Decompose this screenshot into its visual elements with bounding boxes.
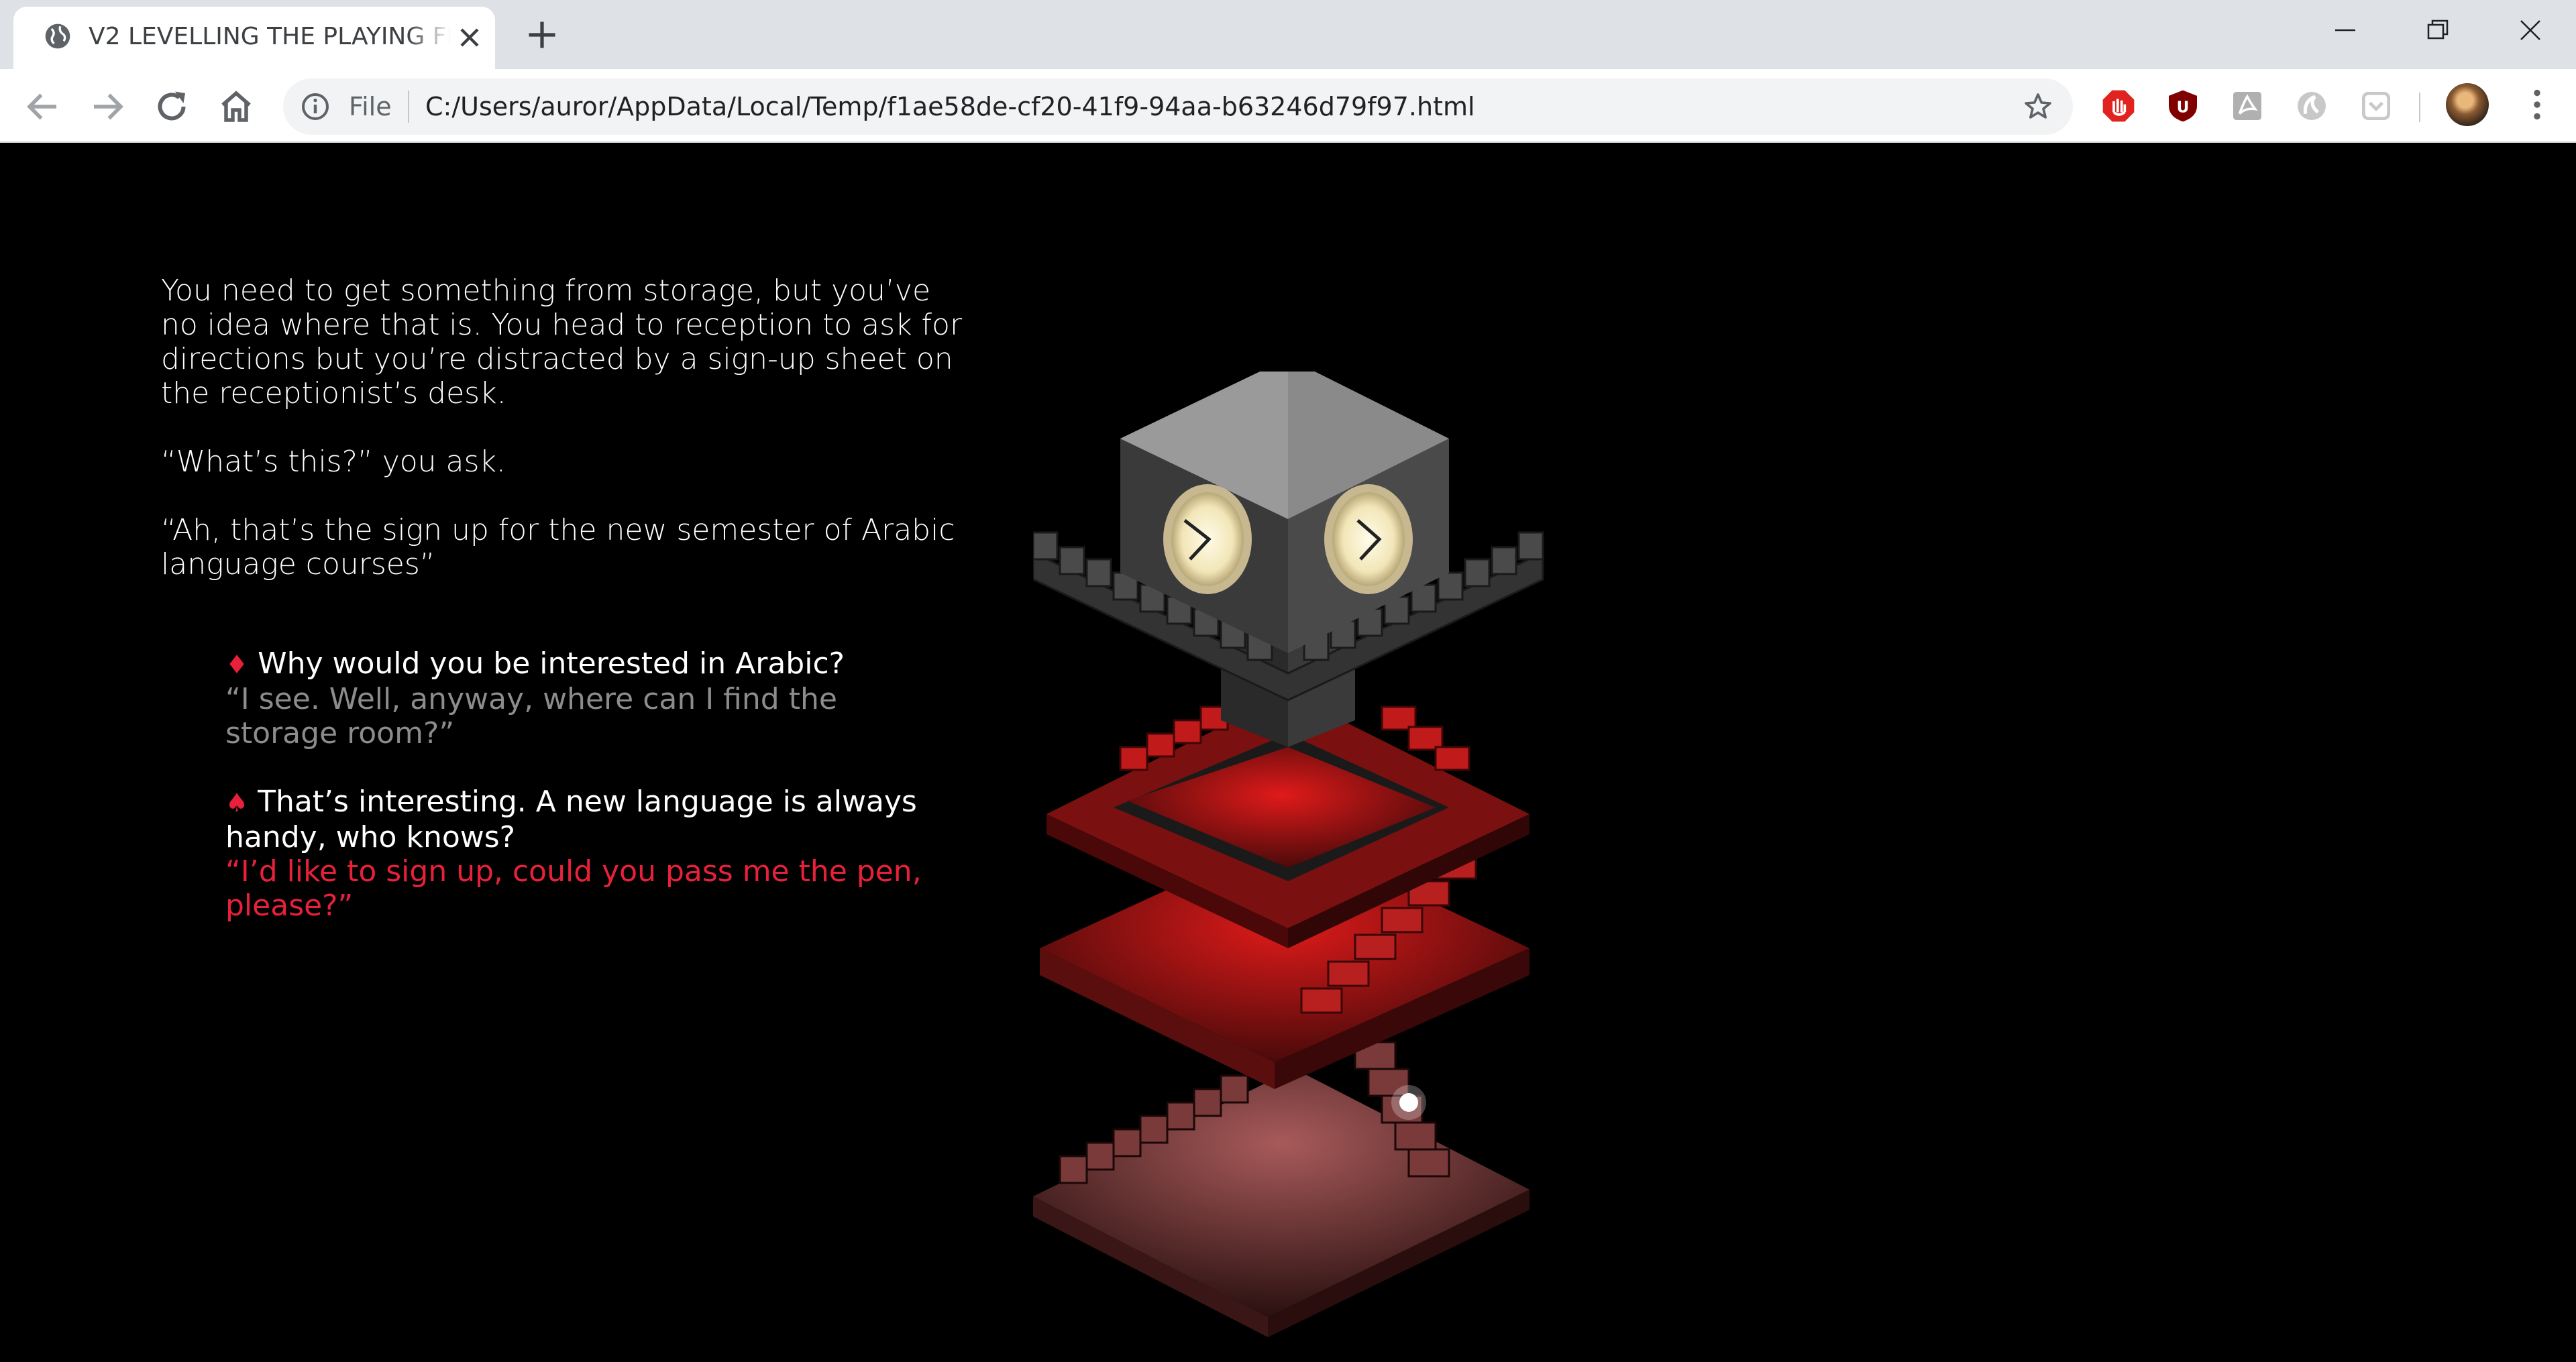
- window-close-icon[interactable]: [2490, 7, 2571, 54]
- new-tab-icon[interactable]: [525, 17, 559, 52]
- bookmark-star-icon[interactable]: [2022, 91, 2054, 123]
- choice-prompt[interactable]: ♦ Why would you be interested in Arabic?: [225, 646, 936, 682]
- bottom-platform: [1033, 1041, 1529, 1337]
- choice-reply-selected[interactable]: “I’d like to sign up, could you pass me …: [225, 854, 936, 923]
- choice-reply[interactable]: “I see. Well, anyway, where can I find t…: [225, 682, 936, 750]
- minimize-icon[interactable]: [2305, 7, 2385, 54]
- restore-icon[interactable]: [2396, 7, 2477, 54]
- address-bar[interactable]: File C:/Users/auror/AppData/Local/Temp/f…: [283, 78, 2073, 135]
- choice-prompt-text[interactable]: Why would you be interested in Arabic?: [258, 646, 845, 681]
- close-icon[interactable]: [456, 24, 483, 51]
- browser-tab-active[interactable]: V2 LEVELLING THE PLAYING FIELD: [13, 7, 495, 69]
- forward-arrow-icon[interactable]: [87, 87, 127, 127]
- url-text[interactable]: C:/Users/auror/AppData/Local/Temp/f1ae58…: [425, 78, 1475, 135]
- reload-icon[interactable]: [152, 87, 192, 127]
- story-paragraph: “Ah, that’s the sign up for the new seme…: [161, 513, 955, 581]
- pocket-extension-icon[interactable]: [2357, 87, 2395, 125]
- tab-strip: V2 LEVELLING THE PLAYING FIELD: [0, 0, 2576, 69]
- choice-option-1[interactable]: ♦ Why would you be interested in Arabic?…: [225, 646, 936, 750]
- choice-list: ♦ Why would you be interested in Arabic?…: [225, 646, 936, 957]
- swirl-extension-icon[interactable]: [2293, 87, 2330, 125]
- choice-prompt[interactable]: ♠ That’s interesting. A new language is …: [225, 785, 936, 854]
- story-paragraph: “What’s this?” you ask.: [161, 445, 506, 479]
- info-icon[interactable]: [299, 91, 331, 123]
- ublock-letter: U: [2177, 97, 2190, 116]
- clock-face-right: [1324, 484, 1413, 594]
- profile-avatar[interactable]: [2446, 83, 2489, 126]
- home-icon[interactable]: [216, 87, 256, 127]
- scheme-label: File: [349, 92, 392, 121]
- story-text: You need to get something from storage, …: [161, 274, 966, 616]
- clock-tower-illustration: [1033, 372, 1544, 1337]
- adblock-extension-icon[interactable]: [2100, 87, 2137, 125]
- omnibox-divider: [408, 91, 409, 123]
- choice-option-2[interactable]: ♠ That’s interesting. A new language is …: [225, 785, 936, 923]
- tab-title: V2 LEVELLING THE PLAYING FIELD: [89, 23, 451, 50]
- story-paragraph: You need to get something from storage, …: [161, 274, 963, 410]
- pdf-extension-icon[interactable]: [2229, 87, 2266, 125]
- choice-prompt-text[interactable]: That’s interesting. A new language is al…: [225, 785, 917, 854]
- globe-icon: [45, 23, 70, 49]
- kebab-menu-icon[interactable]: [2517, 84, 2557, 125]
- diamond-icon: ♦: [225, 650, 249, 679]
- ublock-extension-icon[interactable]: U: [2164, 87, 2202, 125]
- back-arrow-icon[interactable]: [23, 87, 63, 127]
- story-page: You need to get something from storage, …: [0, 144, 2576, 1362]
- toolbar-divider: [2419, 93, 2420, 122]
- spade-icon: ♠: [225, 788, 249, 817]
- clock-face-left: [1163, 484, 1252, 594]
